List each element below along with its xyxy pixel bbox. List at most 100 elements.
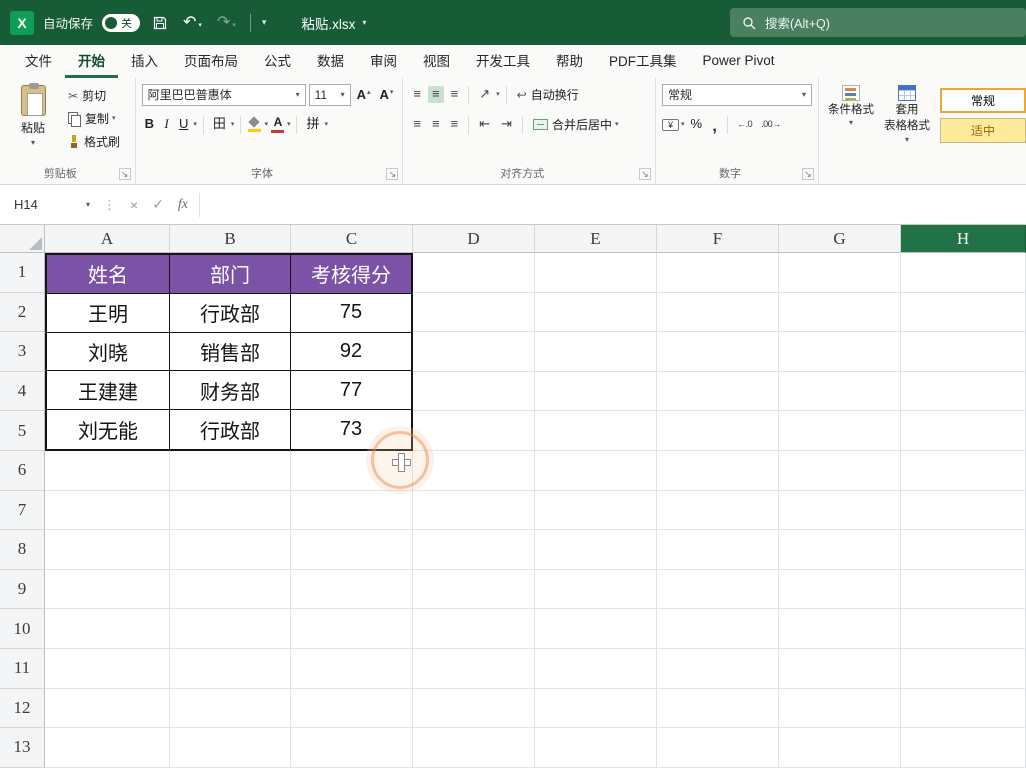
merge-center-button[interactable]: 合并后居中 ▾	[529, 114, 623, 135]
tab-pdf-toolset[interactable]: PDF工具集	[596, 45, 690, 78]
font-name-combo[interactable]: 阿里巴巴普惠体 ▾	[141, 83, 306, 106]
cell-H6[interactable]	[901, 450, 1026, 491]
cell-B9[interactable]	[170, 569, 291, 610]
conditional-formatting-button[interactable]: 条件格式 ▾	[823, 80, 879, 144]
cell-G9[interactable]	[779, 569, 901, 610]
cell-E11[interactable]	[535, 648, 657, 689]
table-cell-B4[interactable]: 财务部	[170, 371, 291, 411]
number-dialog-launcher[interactable]: ↘	[802, 168, 814, 180]
cell-D4[interactable]	[413, 371, 535, 412]
align-right-button[interactable]: ≡	[447, 116, 463, 132]
cell-H12[interactable]	[901, 688, 1026, 729]
decrease-decimal-button[interactable]: .00→	[758, 118, 784, 132]
cell-E1[interactable]	[535, 253, 657, 293]
cell-A12[interactable]	[45, 688, 170, 729]
cell-G6[interactable]	[779, 450, 901, 491]
orientation-dropdown-icon[interactable]: ▾	[496, 91, 500, 98]
row-header-10[interactable]: 10	[0, 609, 45, 649]
paste-dropdown-icon[interactable]: ▾	[31, 139, 35, 147]
cell-E12[interactable]	[535, 688, 657, 729]
cell-D2[interactable]	[413, 292, 535, 333]
column-header-G[interactable]: G	[779, 225, 901, 253]
cell-C12[interactable]	[291, 688, 413, 729]
column-header-F[interactable]: F	[657, 225, 779, 253]
cell-D7[interactable]	[413, 490, 535, 531]
cell-F10[interactable]	[657, 609, 779, 649]
orientation-button[interactable]: ↗	[475, 86, 494, 102]
table-cell-A3[interactable]: 刘晓	[47, 332, 170, 372]
align-bottom-button[interactable]: ≡	[447, 86, 463, 102]
cell-B7[interactable]	[170, 490, 291, 531]
format-as-table-button[interactable]: 套用 表格格式 ▾	[879, 80, 935, 144]
accounting-format-button[interactable]: ¥	[662, 118, 679, 131]
cell-E6[interactable]	[535, 450, 657, 491]
cell-B6[interactable]	[170, 450, 291, 491]
cut-button[interactable]: ✂ 剪切	[64, 85, 124, 106]
row-header-1[interactable]: 1	[0, 253, 45, 293]
cell-H3[interactable]	[901, 332, 1026, 372]
cell-G7[interactable]	[779, 490, 901, 531]
table-cell-C2[interactable]: 75	[291, 293, 411, 333]
table-header-C1[interactable]: 考核得分	[291, 255, 411, 294]
align-left-button[interactable]: ≡	[409, 116, 425, 132]
cell-F3[interactable]	[657, 332, 779, 372]
cell-G2[interactable]	[779, 292, 901, 333]
cell-H1[interactable]	[901, 253, 1026, 293]
cell-A8[interactable]	[45, 530, 170, 570]
tab-power-pivot[interactable]: Power Pivot	[690, 45, 788, 78]
cell-C11[interactable]	[291, 648, 413, 689]
grow-font-button[interactable]: A ▴	[354, 87, 374, 102]
cell-E7[interactable]	[535, 490, 657, 531]
tab-page-layout[interactable]: 页面布局	[171, 45, 251, 78]
fill-color-button[interactable]	[247, 117, 262, 132]
cell-A7[interactable]	[45, 490, 170, 531]
clipboard-dialog-launcher[interactable]: ↘	[118, 168, 131, 180]
cell-E3[interactable]	[535, 332, 657, 372]
cell-G5[interactable]	[779, 411, 901, 451]
tab-file[interactable]: 文件	[12, 45, 65, 78]
alignment-dialog-launcher[interactable]: ↘	[639, 168, 651, 180]
cell-F5[interactable]	[657, 411, 779, 451]
cell-D6[interactable]	[413, 450, 535, 491]
cell-F7[interactable]	[657, 490, 779, 531]
tab-insert[interactable]: 插入	[118, 45, 171, 78]
cell-E9[interactable]	[535, 569, 657, 610]
cell-B13[interactable]	[170, 728, 291, 768]
phonetic-dropdown-icon[interactable]: ▾	[324, 121, 328, 128]
font-color-dropdown-icon[interactable]: ▾	[287, 121, 291, 128]
cell-D3[interactable]	[413, 332, 535, 372]
row-header-6[interactable]: 6	[0, 450, 45, 491]
formula-input[interactable]	[204, 185, 1026, 224]
row-header-7[interactable]: 7	[0, 490, 45, 531]
cell-H2[interactable]	[901, 292, 1026, 333]
font-color-button[interactable]: A	[271, 116, 285, 133]
cell-H11[interactable]	[901, 648, 1026, 689]
cell-H10[interactable]	[901, 609, 1026, 649]
cell-D5[interactable]	[413, 411, 535, 451]
decrease-indent-button[interactable]: ⇤	[475, 116, 494, 132]
cell-E8[interactable]	[535, 530, 657, 570]
cell-F12[interactable]	[657, 688, 779, 729]
cell-style-neutral[interactable]: 适中	[940, 118, 1026, 143]
row-header-4[interactable]: 4	[0, 371, 45, 412]
table-cell-A4[interactable]: 王建建	[47, 371, 170, 411]
tab-help[interactable]: 帮助	[543, 45, 596, 78]
cell-F4[interactable]	[657, 371, 779, 412]
autosave-toggle[interactable]: 关	[102, 13, 141, 32]
cell-C10[interactable]	[291, 609, 413, 649]
table-header-B1[interactable]: 部门	[170, 255, 291, 294]
borders-dropdown-icon[interactable]: ▾	[231, 121, 235, 128]
table-cell-C4[interactable]: 77	[291, 371, 411, 411]
tab-data[interactable]: 数据	[304, 45, 357, 78]
cell-A6[interactable]	[45, 450, 170, 491]
cell-H13[interactable]	[901, 728, 1026, 768]
cell-B12[interactable]	[170, 688, 291, 729]
fill-color-dropdown-icon[interactable]: ▾	[264, 121, 268, 128]
cell-C7[interactable]	[291, 490, 413, 531]
redo-button[interactable]: ↷ ▾	[214, 13, 239, 33]
increase-indent-button[interactable]: ⇥	[497, 116, 516, 132]
align-top-button[interactable]: ≡	[409, 86, 425, 102]
percent-style-button[interactable]: %	[688, 115, 706, 133]
shrink-font-button[interactable]: A ▾	[377, 87, 397, 102]
underline-dropdown-icon[interactable]: ▾	[193, 121, 197, 128]
